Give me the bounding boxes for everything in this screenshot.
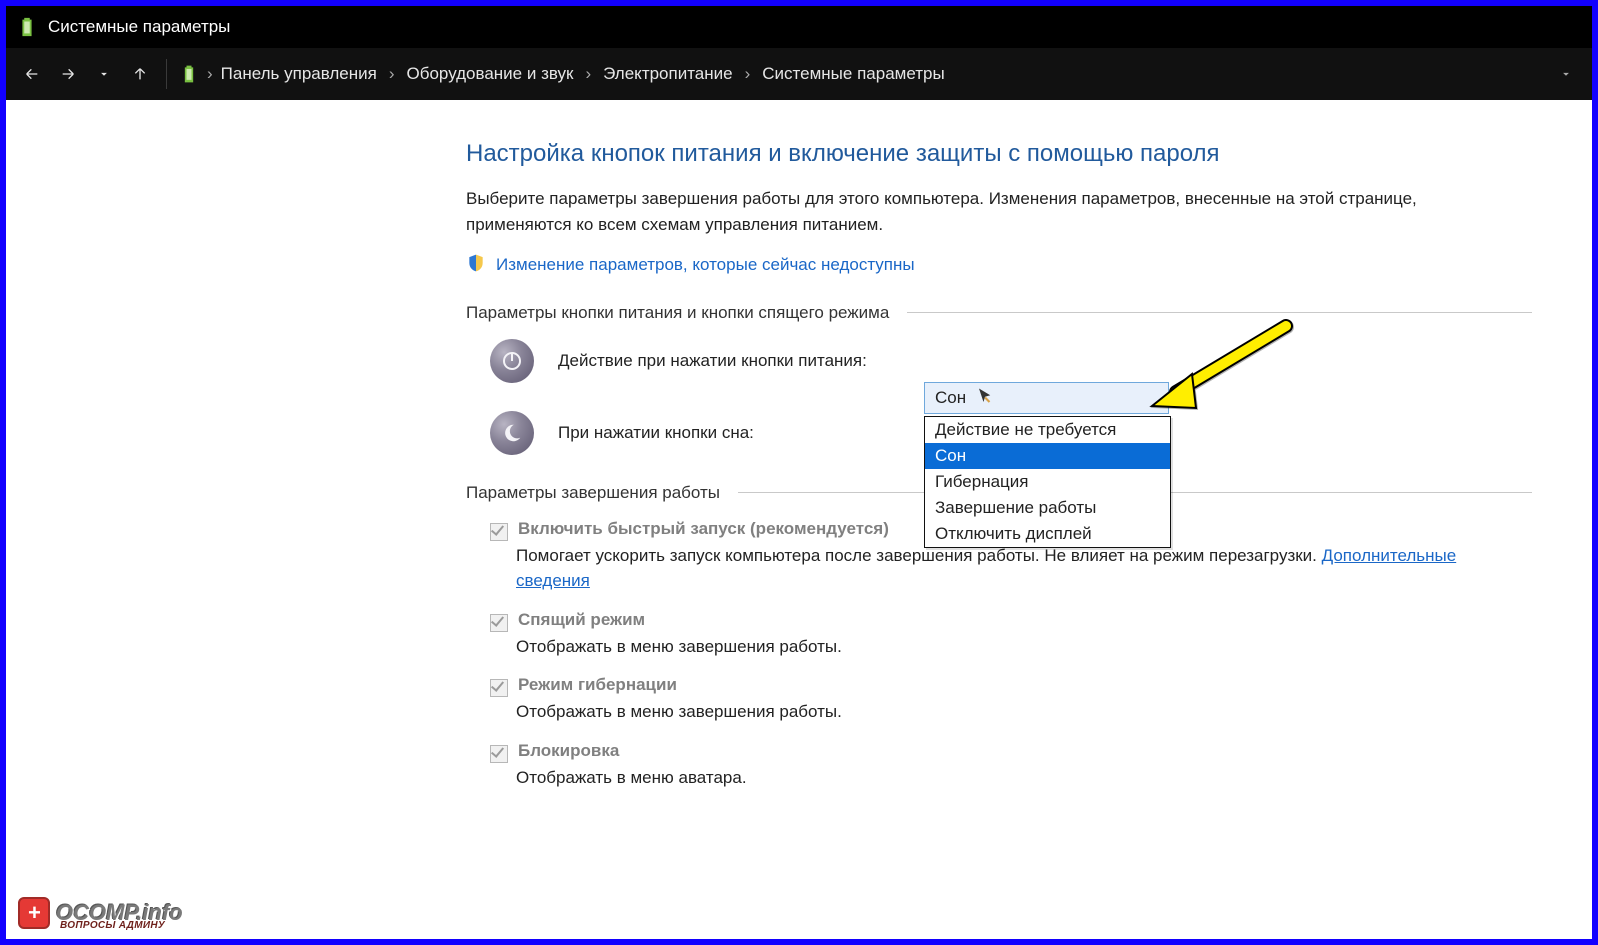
nav-recent-button[interactable]	[90, 60, 118, 88]
power-button-row: Действие при нажатии кнопки питания:	[466, 339, 1532, 383]
battery-icon	[179, 64, 199, 84]
chevron-right-icon: ›	[389, 64, 395, 84]
window-title: Системные параметры	[48, 17, 230, 37]
check-text: Помогает ускорить запуск компьютера посл…	[516, 546, 1322, 565]
cursor-icon	[976, 387, 994, 410]
check-hibernate: Режим гибернации	[466, 675, 1532, 697]
chevron-right-icon: ›	[207, 64, 213, 84]
checkbox[interactable]	[490, 745, 508, 763]
power-action-options: Действие не требуется Сон Гибернация Зав…	[924, 416, 1171, 548]
power-action-select[interactable]: Сон	[924, 382, 1169, 414]
battery-icon	[16, 16, 38, 38]
moon-icon	[490, 411, 534, 455]
breadcrumb-item[interactable]: Системные параметры	[762, 64, 944, 84]
check-description: Отображать в меню завершения работы.	[466, 634, 1496, 660]
section-header-buttons: Параметры кнопки питания и кнопки спящег…	[466, 303, 1532, 323]
check-description: Отображать в меню завершения работы.	[466, 699, 1496, 725]
nav-up-button[interactable]	[126, 60, 154, 88]
checkbox[interactable]	[490, 523, 508, 541]
window: Системные параметры › Панель управления›…	[0, 0, 1598, 945]
chevron-right-icon: ›	[745, 64, 751, 84]
select-option[interactable]: Гибернация	[925, 469, 1170, 495]
check-lock: Блокировка	[466, 741, 1532, 763]
check-description: Отображать в меню аватара.	[466, 765, 1496, 791]
breadcrumb-item[interactable]: Электропитание	[603, 64, 732, 84]
select-option[interactable]: Завершение работы	[925, 495, 1170, 521]
page-description: Выберите параметры завершения работы для…	[466, 186, 1486, 239]
address-dropdown-button[interactable]	[1552, 60, 1580, 88]
unlock-link-row: Изменение параметров, которые сейчас нед…	[466, 253, 1532, 277]
select-option[interactable]: Отключить дисплей	[925, 521, 1170, 547]
select-display[interactable]: Сон	[924, 382, 1169, 414]
breadcrumb-item[interactable]: Оборудование и звук	[407, 64, 574, 84]
separator	[907, 312, 1532, 313]
watermark: + OCOMP.info ВОПРОСЫ АДМИНУ	[18, 897, 183, 929]
select-value: Сон	[935, 388, 966, 408]
shield-icon	[466, 253, 486, 277]
address-bar: › Панель управления › Оборудование и звук…	[6, 48, 1592, 100]
check-sleep: Спящий режим	[466, 610, 1532, 632]
check-description: Помогает ускорить запуск компьютера посл…	[466, 543, 1496, 594]
checkbox-label: Режим гибернации	[518, 675, 677, 695]
plus-icon: +	[18, 897, 50, 929]
select-option[interactable]: Действие не требуется	[925, 417, 1170, 443]
checkbox-label: Включить быстрый запуск (рекомендуется)	[518, 519, 889, 539]
page-title: Настройка кнопок питания и включение защ…	[466, 140, 1532, 168]
unlock-settings-link[interactable]: Изменение параметров, которые сейчас нед…	[496, 255, 915, 275]
checkbox-label: Спящий режим	[518, 610, 645, 630]
select-option[interactable]: Сон	[925, 443, 1170, 469]
checkbox[interactable]	[490, 614, 508, 632]
breadcrumb-item[interactable]: Панель управления	[221, 64, 377, 84]
nav-back-button[interactable]	[18, 60, 46, 88]
titlebar: Системные параметры	[6, 6, 1592, 48]
power-button-label: Действие при нажатии кнопки питания:	[558, 351, 867, 371]
content-area: Настройка кнопок питания и включение защ…	[6, 100, 1592, 826]
sleep-button-label: При нажатии кнопки сна:	[558, 423, 754, 443]
breadcrumb: Панель управления› Оборудование и звук› …	[221, 64, 1544, 84]
nav-forward-button[interactable]	[54, 60, 82, 88]
watermark-subtext: ВОПРОСЫ АДМИНУ	[60, 920, 165, 931]
checkbox-label: Блокировка	[518, 741, 619, 761]
section-label: Параметры кнопки питания и кнопки спящег…	[466, 303, 889, 323]
separator	[166, 59, 167, 89]
power-icon	[490, 339, 534, 383]
section-label: Параметры завершения работы	[466, 483, 720, 503]
checkbox[interactable]	[490, 679, 508, 697]
chevron-right-icon: ›	[585, 64, 591, 84]
